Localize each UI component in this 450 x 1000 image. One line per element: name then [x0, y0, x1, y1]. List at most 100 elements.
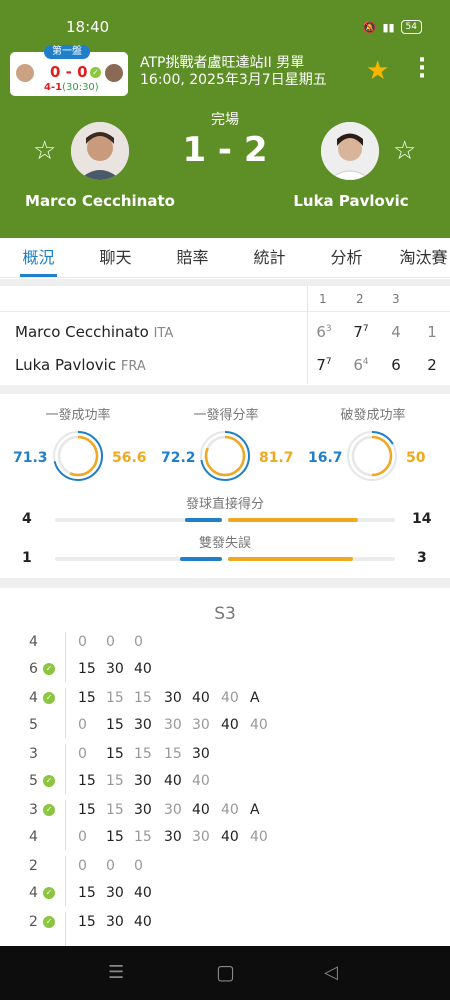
aces-bar-p1 — [184, 518, 222, 522]
set-header-3: 3 — [392, 292, 400, 306]
tab-odds[interactable]: 賠率 — [154, 238, 231, 277]
mini-game-score: 4-1(30:30) — [44, 82, 99, 93]
player2-name[interactable]: Luka Pavlovic — [251, 192, 450, 210]
double-faults-p2: 3 — [417, 550, 427, 566]
donut-break-points — [347, 431, 397, 481]
mini-scoreboard[interactable]: 第一盤 0 - 0 ✓ 4-1(30:30) — [10, 45, 128, 96]
stat-title-break-points: 破發成功率 — [340, 408, 406, 423]
pbp-point: 15 — [134, 746, 152, 762]
pbp-point: A — [250, 690, 260, 706]
pbp-point: 15 — [78, 773, 96, 789]
pbp-point: 30 — [164, 717, 182, 733]
stat-p1-break-points: 16.7 — [308, 450, 343, 466]
match-header: 18:40 🔕 ▮▮ 54 第一盤 0 - 0 ✓ 4-1(30:30) ATP… — [0, 0, 450, 238]
pbp-point: 40 — [221, 690, 239, 706]
player2-avatar[interactable] — [321, 122, 379, 180]
pbp-game-score: 3 ✓ — [29, 802, 59, 818]
match-status: 完場 — [211, 112, 239, 128]
pbp-point: 30 — [164, 802, 182, 818]
player1-name[interactable]: Marco Cecchinato — [0, 192, 200, 210]
pbp-point: 40 — [192, 690, 210, 706]
set1-p2: 77 — [316, 356, 332, 374]
stat-title-first-serve-won: 一發得分率 — [193, 408, 259, 423]
set3-p1: 4 — [391, 323, 401, 341]
pbp-divider — [65, 744, 66, 794]
menu-icon[interactable]: ☰ — [108, 962, 124, 983]
stat-p1-first-serve: 71.3 — [13, 450, 48, 466]
sets-won-p1: 1 — [427, 323, 437, 341]
pbp-point: 30 — [106, 914, 124, 930]
divider — [307, 286, 308, 384]
pbp-point: 40 — [134, 661, 152, 677]
match-score: 1 - 2 — [182, 130, 268, 170]
pbp-divider — [65, 632, 66, 682]
pbp-point: 40 — [164, 773, 182, 789]
serve-check-icon: ✓ — [42, 663, 55, 675]
pbp-point: 0 — [78, 717, 87, 733]
pbp-point: 15 — [78, 802, 96, 818]
pbp-divider — [65, 856, 66, 906]
follow-player1-star-icon[interactable]: ☆ — [33, 136, 56, 166]
pbp-divider — [65, 688, 66, 738]
tab-chat[interactable]: 聊天 — [77, 238, 154, 277]
tab-stats[interactable]: 統計 — [231, 238, 308, 277]
pbp-point: 30 — [192, 829, 210, 845]
mute-icon: 🔕 — [362, 20, 377, 34]
stat-title-first-serve: 一發成功率 — [45, 408, 111, 423]
serve-check-icon: ✓ — [42, 775, 55, 787]
set3-p2: 6 — [391, 356, 401, 374]
match-info: ATP挑戰者盧旺達站II 男單 16:00, 2025年3月7日星期五 — [140, 55, 327, 89]
player1-avatar[interactable] — [71, 122, 129, 180]
pbp-game-score: 5 ✓ — [29, 773, 59, 789]
more-menu-icon[interactable]: · · · — [414, 50, 430, 88]
stat-p2-first-serve-won: 81.7 — [259, 450, 294, 466]
mini-score: 0 - 0 — [50, 63, 88, 81]
back-icon[interactable]: ◁ — [324, 962, 338, 983]
status-time: 18:40 — [66, 18, 110, 36]
pbp-game-score: 3 — [29, 746, 38, 762]
pbp-point: 0 — [78, 746, 87, 762]
pbp-point: 30 — [134, 802, 152, 818]
home-icon[interactable]: ▢ — [216, 960, 235, 984]
pbp-point: 30 — [106, 661, 124, 677]
pbp-point: 15 — [106, 802, 124, 818]
pbp-point: 40 — [221, 717, 239, 733]
pbp-point: 40 — [221, 829, 239, 845]
aces-p2: 14 — [412, 511, 432, 527]
pbp-point: 40 — [134, 914, 152, 930]
pbp-point: 15 — [78, 885, 96, 901]
set-header-1: 1 — [319, 292, 327, 306]
serve-check-icon: ✓ — [42, 887, 55, 899]
favorite-star-icon[interactable]: ★ — [366, 56, 389, 86]
double-faults-p1: 1 — [22, 550, 32, 566]
double-faults-bar-p1 — [180, 557, 222, 561]
tab-analysis[interactable]: 分析 — [308, 238, 385, 277]
pbp-point: 40 — [192, 802, 210, 818]
pbp-set-title: S3 — [214, 604, 236, 624]
tab-bar: 概況 聊天 賠率 統計 分析 淘汰賽 — [0, 238, 450, 278]
divider — [0, 578, 450, 588]
pbp-point: 0 — [106, 634, 115, 650]
pbp-game-score: 4 ✓ — [29, 690, 59, 706]
pbp-point: 0 — [78, 858, 87, 874]
pbp-point: 40 — [221, 802, 239, 818]
pbp-point: 15 — [134, 690, 152, 706]
tournament-name: ATP挑戰者盧旺達站II 男單 — [140, 55, 305, 71]
pbp-point: 15 — [164, 746, 182, 762]
pbp-game-score: 4 — [29, 634, 38, 650]
player1-mini-avatar — [16, 64, 34, 82]
tab-knockout[interactable]: 淘汰賽 — [385, 238, 450, 277]
system-nav-bar: ☰ ▢ ◁ — [0, 946, 450, 1000]
pbp-point: 15 — [134, 829, 152, 845]
pbp-point: 15 — [106, 746, 124, 762]
pbp-point: 40 — [134, 885, 152, 901]
player2-mini-avatar — [105, 64, 123, 82]
pbp-point: 30 — [134, 717, 152, 733]
set-header-2: 2 — [356, 292, 364, 306]
serve-check-icon: ✓ — [42, 804, 55, 816]
tab-overview[interactable]: 概況 — [0, 238, 77, 277]
pbp-game-score: 2 — [29, 858, 38, 874]
set-row-player1: Marco Cecchinato ITA — [15, 323, 174, 341]
pbp-point: 40 — [250, 829, 268, 845]
follow-player2-star-icon[interactable]: ☆ — [393, 136, 416, 166]
